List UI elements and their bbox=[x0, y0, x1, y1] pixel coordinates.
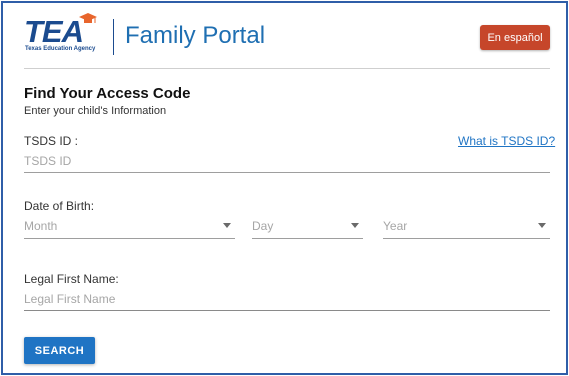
portal-window: TEA Texas Education Agency Family Portal… bbox=[1, 1, 568, 375]
day-select-value: Day bbox=[252, 219, 274, 233]
page-subtitle: Enter your child's Information bbox=[24, 105, 167, 117]
chevron-down-icon bbox=[538, 223, 546, 228]
year-select-value: Year bbox=[383, 219, 408, 233]
search-button[interactable]: SEARCH bbox=[24, 337, 95, 364]
logo-wordmark: TEA bbox=[24, 14, 84, 49]
first-name-input[interactable] bbox=[24, 289, 550, 309]
tea-logo[interactable]: TEA Texas Education Agency bbox=[24, 13, 104, 58]
header: TEA Texas Education Agency Family Portal… bbox=[3, 3, 566, 67]
chevron-down-icon bbox=[351, 223, 359, 228]
portal-title: Family Portal bbox=[125, 22, 266, 49]
header-divider bbox=[113, 19, 114, 55]
month-select-value: Month bbox=[24, 219, 58, 233]
logo-tagline: Texas Education Agency bbox=[25, 46, 96, 52]
tsds-id-label: TSDS ID : bbox=[24, 134, 79, 148]
tsds-id-field[interactable] bbox=[24, 151, 550, 173]
language-toggle-button[interactable]: En español bbox=[480, 25, 550, 50]
tsds-id-input[interactable] bbox=[24, 151, 550, 171]
header-rule bbox=[24, 68, 550, 69]
what-is-tsds-link[interactable]: What is TSDS ID? bbox=[458, 134, 555, 148]
first-name-label: Legal First Name: bbox=[24, 272, 119, 286]
day-select[interactable]: Day bbox=[252, 217, 363, 239]
year-select[interactable]: Year bbox=[383, 217, 550, 239]
graduation-cap-icon bbox=[79, 13, 97, 23]
page-title: Find Your Access Code bbox=[24, 85, 191, 102]
chevron-down-icon bbox=[223, 223, 231, 228]
first-name-field[interactable] bbox=[24, 289, 550, 311]
dob-label: Date of Birth: bbox=[24, 199, 95, 213]
month-select[interactable]: Month bbox=[24, 217, 235, 239]
